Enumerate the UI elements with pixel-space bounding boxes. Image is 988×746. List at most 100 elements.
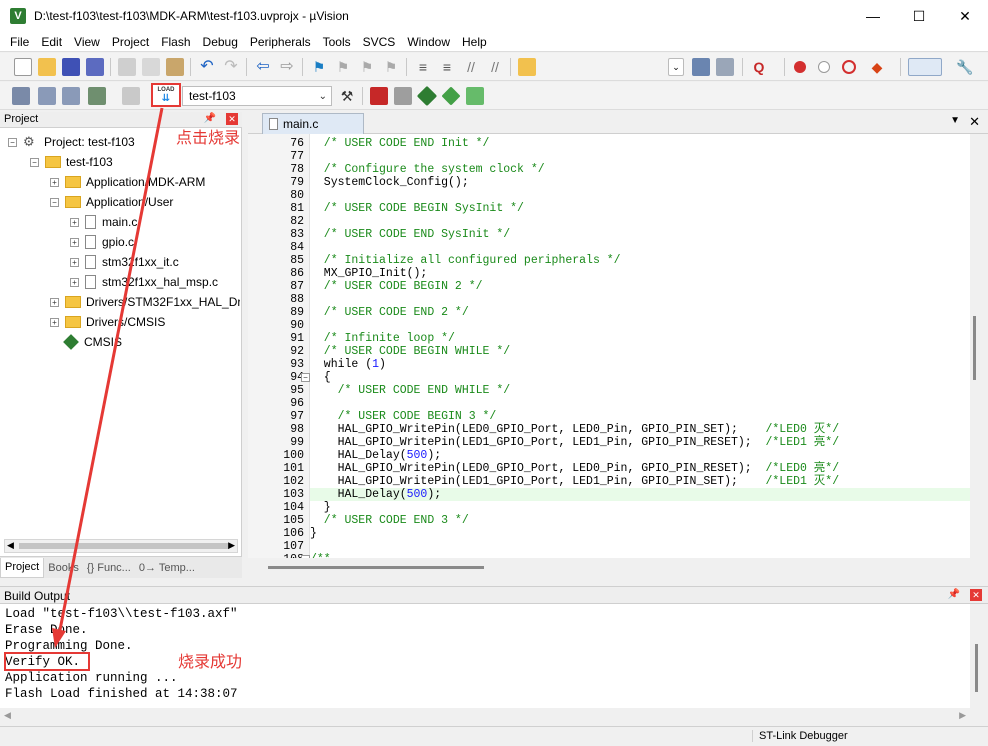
code-line[interactable]: /* USER CODE BEGIN WHILE */ (310, 345, 970, 358)
collapse-icon[interactable]: − (30, 157, 39, 167)
code-line[interactable] (310, 215, 970, 228)
menu-window[interactable]: Window (401, 32, 456, 52)
configure-icon[interactable]: 🔧 (956, 58, 974, 76)
prev-bookmark-icon[interactable]: ⚑ (334, 58, 352, 76)
scroll-left-icon[interactable]: ◀ (7, 540, 14, 551)
undo-icon[interactable]: ↶ (198, 58, 216, 76)
code-line[interactable]: } (310, 501, 970, 514)
save-all-icon[interactable] (86, 58, 104, 76)
code-line[interactable]: HAL_Delay(500); (310, 488, 970, 501)
menu-svcs[interactable]: SVCS (357, 32, 402, 52)
insert-breakpoint-icon[interactable] (794, 61, 806, 73)
code-line[interactable] (310, 150, 970, 163)
editor-vscrollbar[interactable] (970, 134, 988, 558)
code-line[interactable]: /* USER CODE END SysInit */ (310, 228, 970, 241)
editor-hscrollbar[interactable] (248, 558, 970, 578)
tab-functions[interactable]: {} Func... (83, 558, 135, 578)
code-line[interactable]: /* USER CODE BEGIN 3 */ (310, 410, 970, 423)
code-line[interactable]: /* Initialize all configured peripherals… (310, 254, 970, 267)
clear-bookmarks-icon[interactable]: ⚑ (382, 58, 400, 76)
expand-icon[interactable]: + (50, 297, 59, 307)
code-line[interactable]: SystemClock_Config(); (310, 176, 970, 189)
expand-icon[interactable]: + (50, 177, 59, 187)
expand-icon[interactable]: + (50, 317, 59, 327)
kill-breakpoints-icon[interactable] (842, 60, 856, 74)
menu-flash[interactable]: Flash (155, 32, 196, 52)
code-line[interactable] (310, 241, 970, 254)
menu-file[interactable]: File (4, 32, 35, 52)
nav-back-icon[interactable]: ⇦ (254, 58, 272, 76)
scroll-thumb[interactable] (973, 316, 976, 380)
pack-installer-icon[interactable] (416, 85, 438, 107)
target-select[interactable]: test-f103 ⌄ (182, 86, 332, 106)
code-line[interactable] (310, 293, 970, 306)
breakpoint-options-icon[interactable]: ◆ (868, 58, 886, 76)
tree-item-project[interactable]: − ⚙ Project: test-f103 (8, 132, 135, 152)
pin-icon[interactable]: 📌 (204, 113, 216, 124)
scroll-right-icon[interactable]: ▶ (228, 540, 235, 551)
minimize-button[interactable]: — (850, 0, 896, 32)
stop-build-icon[interactable] (122, 87, 140, 105)
collapse-icon[interactable]: − (50, 197, 59, 207)
load-flash-button[interactable]: LOAD ⇊ (151, 83, 181, 107)
code-line[interactable]: MX_GPIO_Init(); (310, 267, 970, 280)
tree-item-group[interactable]: + Drivers/CMSIS (50, 312, 165, 332)
scroll-thumb[interactable] (975, 644, 978, 692)
build-vscrollbar[interactable] (970, 604, 988, 708)
close-button[interactable]: ✕ (942, 0, 988, 32)
tab-main-c[interactable]: main.c (262, 113, 364, 134)
select-packs-icon[interactable] (394, 87, 412, 105)
code-area[interactable]: /* USER CODE END Init */ /* Configure th… (301, 134, 970, 558)
copy-icon[interactable] (142, 58, 160, 76)
menu-edit[interactable]: Edit (35, 32, 68, 52)
uncomment-icon[interactable]: // (486, 58, 504, 76)
redo-icon[interactable]: ↷ (222, 58, 240, 76)
code-line[interactable]: /* USER CODE BEGIN SysInit */ (310, 202, 970, 215)
code-line[interactable]: } (310, 527, 970, 540)
batch-build-icon[interactable] (88, 87, 106, 105)
code-line[interactable]: /* USER CODE END 3 */ (310, 514, 970, 527)
rte-options-icon[interactable] (466, 87, 484, 105)
tree-item-group[interactable]: − Application/User (50, 192, 173, 212)
tab-list-dropdown-icon[interactable]: ▼ (950, 115, 960, 126)
next-bookmark-icon[interactable]: ⚑ (358, 58, 376, 76)
code-line[interactable]: HAL_GPIO_WritePin(LED1_GPIO_Port, LED1_P… (310, 436, 970, 449)
tree-item-cmsis[interactable]: CMSIS (63, 332, 122, 352)
code-line[interactable] (310, 189, 970, 202)
menu-project[interactable]: Project (106, 32, 155, 52)
incremental-find-icon[interactable] (716, 58, 734, 76)
open-folder-icon[interactable] (38, 58, 56, 76)
code-line[interactable]: while (1) (310, 358, 970, 371)
code-line[interactable]: HAL_GPIO_WritePin(LED0_GPIO_Port, LED0_P… (310, 423, 970, 436)
build-icon[interactable] (38, 87, 56, 105)
expand-icon[interactable]: + (70, 217, 79, 227)
scroll-right-icon[interactable]: ▶ (959, 710, 966, 721)
tree-item-file[interactable]: + main.c (70, 212, 137, 232)
window-layout-icon[interactable] (908, 58, 942, 76)
find-in-files-icon[interactable] (518, 58, 536, 76)
code-line[interactable] (310, 397, 970, 410)
find-icon[interactable] (692, 58, 710, 76)
manage-rte-icon[interactable] (441, 86, 461, 106)
code-line[interactable]: HAL_GPIO_WritePin(LED0_GPIO_Port, LED0_P… (310, 462, 970, 475)
tree-item-target[interactable]: − test-f103 (30, 152, 113, 172)
tab-books[interactable]: Books (44, 558, 83, 578)
pin-icon[interactable]: 📌 (948, 589, 960, 600)
find-dropdown-icon[interactable]: ⌄ (668, 58, 684, 76)
code-line[interactable]: /* USER CODE END Init */ (310, 137, 970, 150)
tree-item-group[interactable]: + Drivers/STM32F1xx_HAL_Driver (50, 292, 240, 312)
expand-icon[interactable]: + (70, 277, 79, 287)
code-line[interactable] (310, 540, 970, 553)
code-line[interactable]: /* USER CODE END 2 */ (310, 306, 970, 319)
scroll-thumb[interactable] (268, 566, 484, 569)
fold-toggle-icon[interactable]: − (301, 373, 310, 382)
new-file-icon[interactable] (14, 58, 32, 76)
expand-icon[interactable]: + (70, 237, 79, 247)
manage-project-items-icon[interactable] (370, 87, 388, 105)
project-hscrollbar[interactable]: ◀ ▶ (4, 539, 238, 553)
menu-tools[interactable]: Tools (317, 32, 357, 52)
tree-item-file[interactable]: + stm32f1xx_it.c (70, 252, 179, 272)
debug-session-icon[interactable]: Q (750, 58, 768, 76)
code-line[interactable]: /* USER CODE END WHILE */ (310, 384, 970, 397)
nav-forward-icon[interactable]: ⇨ (278, 58, 296, 76)
